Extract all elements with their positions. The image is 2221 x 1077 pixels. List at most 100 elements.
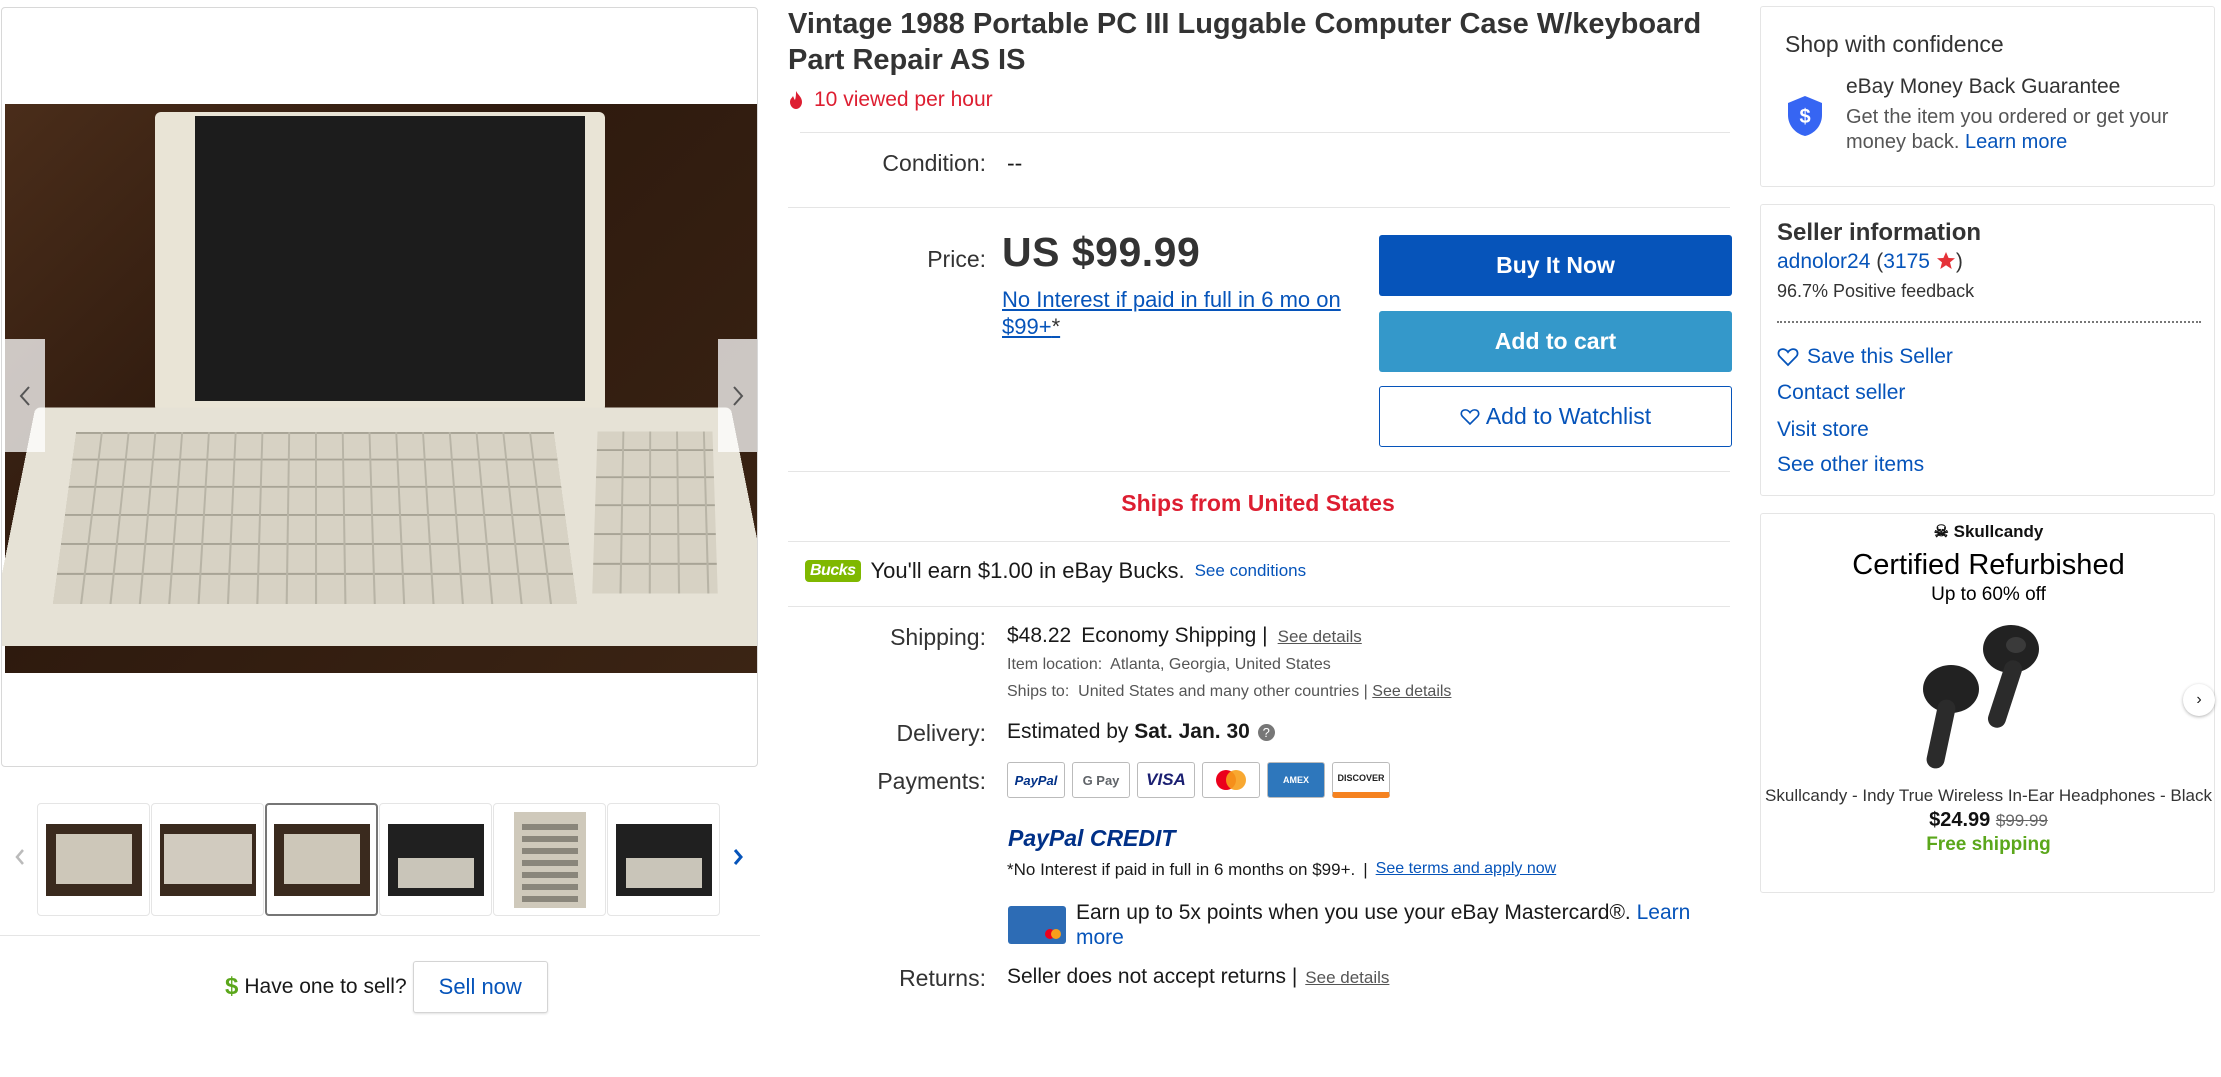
ad-brand: ☠ Skullcandy xyxy=(1761,522,2216,542)
views-text: 10 viewed per hour xyxy=(814,88,993,111)
thumbnail-image xyxy=(615,823,712,896)
photo-numpad xyxy=(592,431,718,594)
delivery-prefix: Estimated by xyxy=(1007,720,1135,743)
payment-logos: PayPal G Pay VISA AMEX DISCOVER xyxy=(1007,762,1390,798)
divider xyxy=(788,541,1730,542)
divider xyxy=(788,207,1730,208)
bucks-text-suffix: in eBay Bucks. xyxy=(1032,558,1185,583)
divider xyxy=(788,471,1730,472)
thumb-prev-button[interactable] xyxy=(10,842,30,872)
add-to-watchlist-button[interactable]: Add to Watchlist xyxy=(1379,386,1732,447)
seller-heading: Seller information xyxy=(1777,219,1982,246)
guarantee-learn-more-link[interactable]: Learn more xyxy=(1965,131,2067,153)
visit-store-link[interactable]: Visit store xyxy=(1777,418,1869,442)
chevron-left-icon xyxy=(19,385,30,406)
ships-to: Ships to: United States and many other c… xyxy=(1007,683,1451,701)
returns-details-link[interactable]: See details xyxy=(1305,968,1389,988)
divider xyxy=(800,132,1730,133)
thumbnail-strip xyxy=(0,800,760,920)
ships-from-notice: Ships from United States xyxy=(1121,490,1395,516)
returns-text: Seller does not accept returns | xyxy=(1007,965,1298,988)
paypal-credit-logo: PayPal CREDIT xyxy=(1008,825,1176,851)
credit-note-text: *No Interest if paid in full in 6 months… xyxy=(1007,860,1356,879)
thumbnail[interactable] xyxy=(607,803,720,916)
price-label: Price: xyxy=(927,246,986,272)
bucks-text: You'll earn $1.00 in eBay Bucks. xyxy=(871,558,1185,584)
sell-prompt: $ Have one to sell? Sell now xyxy=(225,960,548,1014)
ebay-mastercard-icon xyxy=(1008,906,1066,944)
gallery-next-button[interactable] xyxy=(718,339,757,452)
item-location: Item location: Atlanta, Georgia, United … xyxy=(1007,656,1331,674)
thumbnail[interactable] xyxy=(37,803,150,916)
views-indicator: 10 viewed per hour xyxy=(788,88,993,112)
thumbnail[interactable] xyxy=(379,803,492,916)
shop-with-confidence-panel: Shop with confidence $ eBay Money Back G… xyxy=(1760,6,2215,187)
shipping-details-link[interactable]: See details xyxy=(1278,627,1362,647)
delivery-date: Sat. Jan. 30 xyxy=(1134,720,1250,743)
see-other-items-link[interactable]: See other items xyxy=(1777,453,1924,477)
bucks-amount: $1.00 xyxy=(977,558,1033,583)
bucks-badge: Bucks xyxy=(805,560,861,582)
shipping-row: $48.22 Economy Shipping | See details xyxy=(1007,624,1362,648)
dollar-icon: $ xyxy=(225,973,239,1000)
discover-logo-icon: DISCOVER xyxy=(1332,762,1390,798)
amex-logo-icon: AMEX xyxy=(1267,762,1325,798)
ad-price-row: $24.99 $99.99 xyxy=(1761,809,2216,832)
confidence-heading: Shop with confidence xyxy=(1785,31,2004,57)
ad-brand-name: Skullcandy xyxy=(1953,522,2044,541)
ships-to-label: Ships to: xyxy=(1007,683,1070,700)
visa-logo-icon: VISA xyxy=(1137,762,1195,798)
ad-subtitle: Up to 60% off xyxy=(1931,584,2046,605)
seller-positive-feedback: 96.7% Positive feedback xyxy=(1777,281,1975,301)
add-to-cart-button[interactable]: Add to cart xyxy=(1379,311,1732,372)
thumbnail-image xyxy=(273,823,370,896)
buy-it-now-button[interactable]: Buy It Now xyxy=(1379,235,1732,296)
seller-feedback-score[interactable]: 3175 xyxy=(1883,250,1930,273)
returns-row: Seller does not accept returns | See det… xyxy=(1007,965,1389,989)
bucks-text-prefix: You'll earn xyxy=(870,558,978,583)
divider xyxy=(788,606,1730,607)
see-terms-link[interactable]: See terms and apply now xyxy=(1376,860,1557,880)
thumbnail-image xyxy=(513,811,586,908)
chevron-right-icon xyxy=(733,849,743,865)
paypal-logo-icon: PayPal xyxy=(1007,762,1065,798)
seller-divider xyxy=(1777,321,2201,323)
question-icon[interactable]: ? xyxy=(1257,723,1275,741)
seller-name-link[interactable]: adnolor24 xyxy=(1777,250,1870,273)
ad-product-name: Skullcandy - Indy True Wireless In-Ear H… xyxy=(1765,786,2212,805)
ebay-bucks-row: Bucks You'll earn $1.00 in eBay Bucks. S… xyxy=(805,558,1306,584)
shipping-cost: $48.22 xyxy=(1007,624,1072,647)
gallery-prev-button[interactable] xyxy=(5,339,45,452)
skull-icon: ☠ xyxy=(1933,522,1949,541)
condition-value: -- xyxy=(1007,150,1023,176)
sell-now-button[interactable]: Sell now xyxy=(412,961,548,1013)
shipping-method: Economy Shipping | xyxy=(1081,624,1268,647)
thumbnail[interactable] xyxy=(493,803,606,916)
thumbnail-image xyxy=(45,823,142,896)
guarantee-title: eBay Money Back Guarantee xyxy=(1846,75,2121,98)
condition-label: Condition: xyxy=(882,150,986,176)
item-location-value: Atlanta, Georgia, United States xyxy=(1110,656,1331,673)
delivery-label: Delivery: xyxy=(896,720,986,746)
thumbnail-selected[interactable] xyxy=(265,803,378,916)
heart-icon xyxy=(1777,348,1799,367)
photo-keyboard xyxy=(52,432,578,604)
google-pay-logo-icon: G Pay xyxy=(1072,762,1130,798)
advertisement-panel[interactable]: ☠ Skullcandy Certified Refurbished Up to… xyxy=(1760,513,2215,893)
credit-note-separator: | xyxy=(1363,860,1368,879)
earbuds-image xyxy=(1923,625,2039,769)
thumbnail[interactable] xyxy=(151,803,264,916)
ships-to-details-link[interactable]: See details xyxy=(1372,683,1451,700)
mastercard-logo-icon xyxy=(1202,762,1260,798)
contact-seller-link[interactable]: Contact seller xyxy=(1777,381,1905,405)
shipping-label: Shipping: xyxy=(890,624,986,650)
save-seller-button[interactable]: Save this Seller xyxy=(1777,345,1953,369)
see-conditions-link[interactable]: See conditions xyxy=(1195,561,1307,581)
seller-name-row: adnolor24 (3175 ) xyxy=(1777,250,1963,273)
sell-prompt-text: Have one to sell? xyxy=(244,975,407,998)
main-product-photo[interactable] xyxy=(2,104,757,673)
thumbnail-image xyxy=(159,823,256,896)
thumb-next-button[interactable] xyxy=(728,842,748,872)
delivery-row: Estimated by Sat. Jan. 30 ? xyxy=(1007,720,1275,744)
ad-next-button[interactable]: › xyxy=(2183,684,2215,716)
